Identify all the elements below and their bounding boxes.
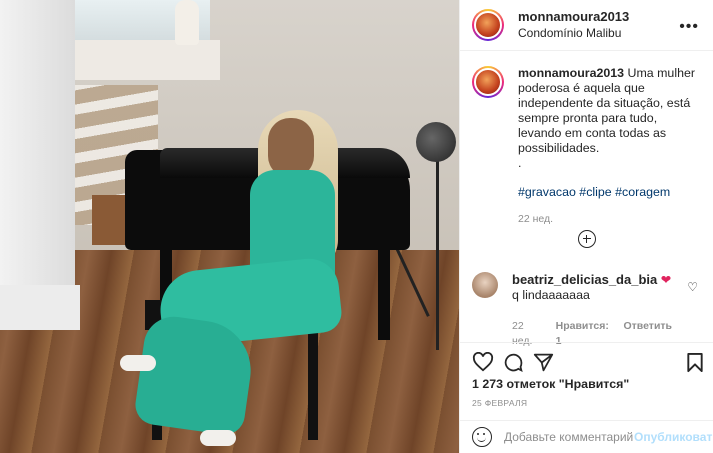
woman-head bbox=[268, 118, 314, 178]
comment-text: q lindaaaaaaa bbox=[512, 288, 590, 302]
comment-item: beatriz_delicias_da_bia ❤ q lindaaaaaaa … bbox=[472, 272, 702, 349]
add-comment-input[interactable] bbox=[504, 430, 634, 444]
shoe bbox=[200, 430, 236, 446]
post-location[interactable]: Condomínio Malibu bbox=[518, 25, 629, 41]
bench-leg bbox=[308, 325, 318, 440]
post-photo[interactable] bbox=[0, 0, 459, 453]
shoe bbox=[120, 355, 156, 371]
post-date[interactable]: 25 ФЕВРАЛЯ bbox=[472, 398, 527, 408]
piano-leg bbox=[378, 245, 390, 340]
emoji-icon[interactable] bbox=[472, 427, 492, 447]
action-bar bbox=[460, 342, 713, 382]
add-comment-bar: Опубликовать bbox=[460, 420, 713, 453]
statue bbox=[175, 0, 199, 45]
floor-lamp-head bbox=[416, 122, 456, 162]
column-base bbox=[0, 285, 80, 330]
heart-emoji: ❤ bbox=[660, 273, 672, 287]
author-username[interactable]: monnamoura2013 bbox=[518, 9, 629, 25]
caption-dot: . bbox=[518, 156, 522, 170]
post-header: monnamoura2013 Condomínio Malibu ••• bbox=[460, 0, 713, 51]
comments-section: monnamoura2013 Uma mulher poderosa é aqu… bbox=[460, 52, 713, 347]
likes-count[interactable]: 1 273 отметок "Нравится" bbox=[472, 377, 629, 391]
caption-username[interactable]: monnamoura2013 bbox=[518, 66, 624, 80]
caption-author-avatar[interactable] bbox=[472, 66, 504, 98]
commenter-avatar[interactable] bbox=[472, 272, 498, 298]
load-more-comments-icon[interactable] bbox=[578, 230, 596, 248]
publish-button[interactable]: Опубликовать bbox=[634, 430, 713, 444]
commenter-username[interactable]: beatriz_delicias_da_bia bbox=[512, 272, 657, 287]
author-avatar[interactable] bbox=[472, 9, 504, 41]
caption-hashtags[interactable]: #gravacao #clipe #coragem bbox=[518, 185, 698, 200]
bookmark-icon[interactable] bbox=[686, 352, 704, 373]
white-column bbox=[0, 0, 75, 330]
caption-time[interactable]: 22 нед. bbox=[518, 212, 698, 227]
post-side-panel: monnamoura2013 Condomínio Malibu ••• mon… bbox=[459, 0, 713, 453]
caption: monnamoura2013 Uma mulher poderosa é aqu… bbox=[472, 66, 702, 227]
floor-lamp-pole bbox=[436, 150, 439, 350]
share-icon[interactable] bbox=[533, 352, 554, 373]
more-horizontal-icon[interactable]: ••• bbox=[679, 18, 699, 36]
comment-icon[interactable] bbox=[503, 352, 524, 373]
comment-like-heart-icon[interactable]: ♡ bbox=[687, 280, 698, 294]
heart-icon[interactable] bbox=[472, 352, 494, 372]
